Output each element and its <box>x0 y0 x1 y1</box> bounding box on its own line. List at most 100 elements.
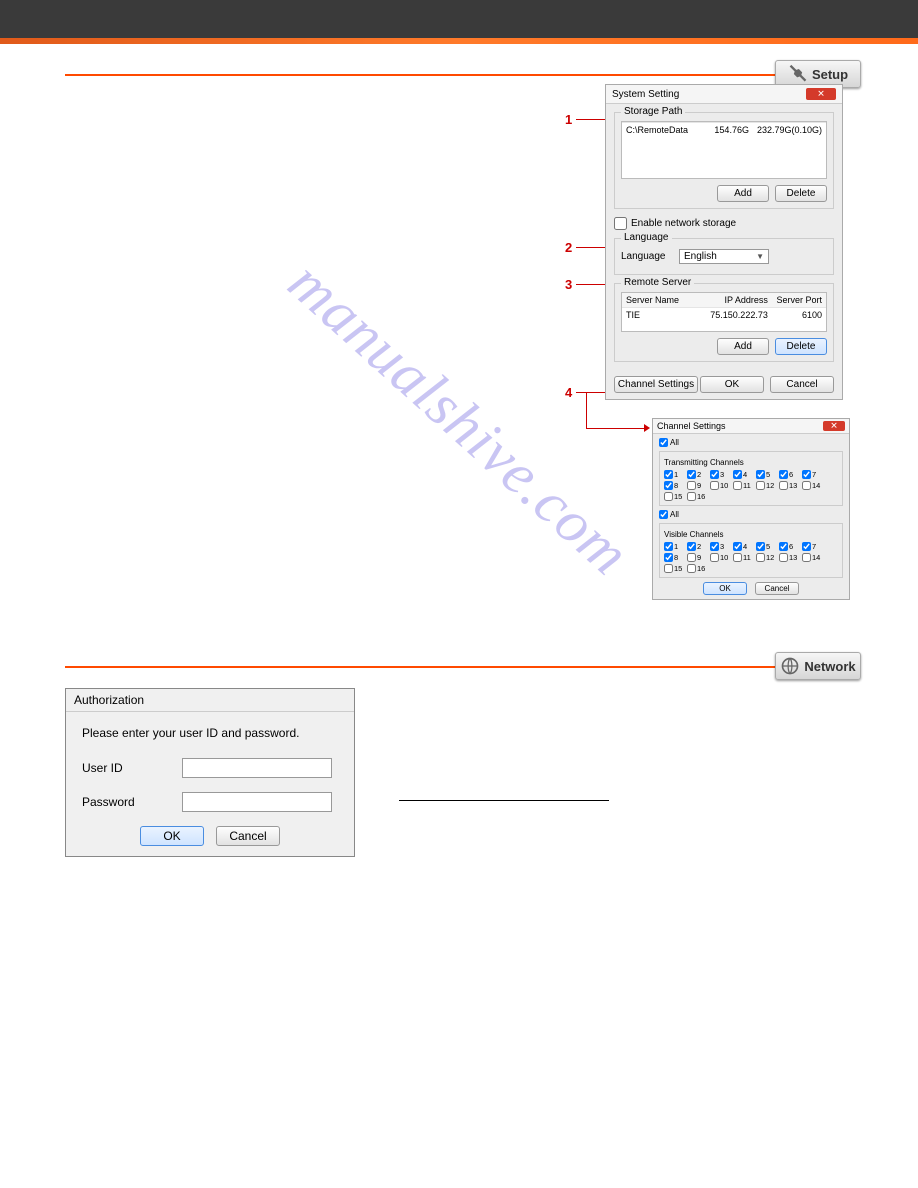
cancel-button[interactable]: Cancel <box>770 376 834 393</box>
remote-server-group: Remote Server Server Name IP Address Ser… <box>614 283 834 362</box>
channel-settings-button[interactable]: Channel Settings <box>614 376 698 393</box>
authorization-prompt: Please enter your user ID and password. <box>82 726 338 740</box>
channel-checkbox-4[interactable]: 4 <box>733 542 755 551</box>
channel-checkbox-2[interactable]: 2 <box>687 470 709 479</box>
rule <box>65 74 853 76</box>
system-setting-dialog: System Setting Storage Path C:\RemoteDat… <box>605 84 843 400</box>
storage-list[interactable]: C:\RemoteData 154.76G 232.79G(0.10G) <box>621 121 827 179</box>
channel-checkbox-6[interactable]: 6 <box>779 542 801 551</box>
col-server-name: Server Name <box>622 293 704 307</box>
channel-checkbox-2[interactable]: 2 <box>687 542 709 551</box>
authorization-dialog: Authorization Please enter your user ID … <box>65 688 355 857</box>
user-id-label: User ID <box>82 761 182 775</box>
col-ip: IP Address <box>704 293 772 307</box>
callout-4-connector <box>586 392 587 428</box>
storage-add-button[interactable]: Add <box>717 185 769 202</box>
transmitting-label: Transmitting Channels <box>664 458 744 467</box>
channel-checkbox-7[interactable]: 7 <box>802 542 824 551</box>
storage-path-cell: C:\RemoteData <box>622 122 707 137</box>
channel-checkbox-5[interactable]: 5 <box>756 470 778 479</box>
language-group-label: Language <box>621 232 672 243</box>
transmitting-channels-group: Transmitting Channels 123456789101112131… <box>659 451 843 506</box>
channel-checkbox-3[interactable]: 3 <box>710 470 732 479</box>
callout-4-arrow <box>644 424 650 432</box>
cell-port: 6100 <box>772 307 826 322</box>
channel-checkbox-14[interactable]: 14 <box>802 553 824 562</box>
tx-all-label: All <box>670 438 679 447</box>
chan-cancel-button[interactable]: Cancel <box>755 582 799 595</box>
channel-checkbox-5[interactable]: 5 <box>756 542 778 551</box>
channel-checkbox-1[interactable]: 1 <box>664 542 686 551</box>
channel-checkbox-6[interactable]: 6 <box>779 470 801 479</box>
network-text <box>395 688 853 857</box>
channel-checkbox-10[interactable]: 10 <box>710 553 732 562</box>
vis-all-label: All <box>670 510 679 519</box>
channel-checkbox-9[interactable]: 9 <box>687 553 709 562</box>
visible-channels-group: Visible Channels 12345678910111213141516 <box>659 523 843 578</box>
channel-checkbox-16[interactable]: 16 <box>687 564 709 573</box>
tx-all-checkbox[interactable] <box>659 438 668 447</box>
language-select[interactable]: English ▼ <box>679 249 769 264</box>
rule <box>65 666 853 668</box>
channel-checkbox-4[interactable]: 4 <box>733 470 755 479</box>
password-label: Password <box>82 795 182 809</box>
close-icon[interactable] <box>823 421 845 431</box>
channel-checkbox-14[interactable]: 14 <box>802 481 824 490</box>
setup-section-header: Setup <box>65 74 853 76</box>
channel-checkbox-11[interactable]: 11 <box>733 553 755 562</box>
remote-server-label: Remote Server <box>621 277 694 288</box>
channel-checkbox-1[interactable]: 1 <box>664 470 686 479</box>
enable-network-storage-label: Enable network storage <box>631 218 736 229</box>
callout-4-connector-h <box>586 428 646 429</box>
password-input[interactable] <box>182 792 332 812</box>
channel-checkbox-16[interactable]: 16 <box>687 492 709 501</box>
storage-path-label: Storage Path <box>621 106 685 117</box>
vis-all-checkbox[interactable] <box>659 510 668 519</box>
channel-checkbox-13[interactable]: 13 <box>779 553 801 562</box>
auth-cancel-button[interactable]: Cancel <box>216 826 280 846</box>
channel-checkbox-13[interactable]: 13 <box>779 481 801 490</box>
storage-delete-button[interactable]: Delete <box>775 185 827 202</box>
chan-ok-button[interactable]: OK <box>703 582 747 595</box>
globe-icon <box>780 656 800 676</box>
authorization-title: Authorization <box>66 689 354 712</box>
enable-network-storage-checkbox[interactable] <box>614 217 627 230</box>
channel-checkbox-15[interactable]: 15 <box>664 492 686 501</box>
tools-icon <box>788 64 808 84</box>
user-id-input[interactable] <box>182 758 332 778</box>
channel-checkbox-15[interactable]: 15 <box>664 564 686 573</box>
network-badge-label: Network <box>804 659 855 674</box>
language-label: Language <box>621 251 671 262</box>
network-body: Authorization Please enter your user ID … <box>65 688 853 857</box>
language-value: English <box>684 251 717 262</box>
channel-settings-dialog: Channel Settings All Transmitting Channe… <box>652 418 850 600</box>
chevron-down-icon: ▼ <box>756 252 764 261</box>
channel-checkbox-3[interactable]: 3 <box>710 542 732 551</box>
storage-total-cell: 232.79G(0.10G) <box>753 122 826 137</box>
language-group: Language Language English ▼ <box>614 238 834 275</box>
system-setting-title: System Setting <box>612 89 679 100</box>
channel-checkbox-7[interactable]: 7 <box>802 470 824 479</box>
channel-checkbox-8[interactable]: 8 <box>664 481 686 490</box>
channel-checkbox-8[interactable]: 8 <box>664 553 686 562</box>
ok-button[interactable]: OK <box>700 376 764 393</box>
col-port: Server Port <box>772 293 826 307</box>
visible-label: Visible Channels <box>664 530 723 539</box>
channel-settings-title: Channel Settings <box>657 421 726 431</box>
channel-checkbox-12[interactable]: 12 <box>756 481 778 490</box>
close-icon[interactable] <box>806 88 836 100</box>
storage-free-cell: 154.76G <box>707 122 753 137</box>
setup-badge-label: Setup <box>812 67 848 82</box>
channel-checkbox-11[interactable]: 11 <box>733 481 755 490</box>
remote-add-button[interactable]: Add <box>717 338 769 355</box>
channel-checkbox-9[interactable]: 9 <box>687 481 709 490</box>
channel-checkbox-12[interactable]: 12 <box>756 553 778 562</box>
remote-server-list[interactable]: Server Name IP Address Server Port TIE 7… <box>621 292 827 332</box>
top-bar <box>0 0 918 38</box>
cell-ip: 75.150.222.73 <box>704 307 772 322</box>
channel-checkbox-10[interactable]: 10 <box>710 481 732 490</box>
remote-delete-button[interactable]: Delete <box>775 338 827 355</box>
auth-ok-button[interactable]: OK <box>140 826 204 846</box>
storage-path-group: Storage Path C:\RemoteData 154.76G 232.7… <box>614 112 834 209</box>
cell-server-name: TIE <box>622 307 704 322</box>
